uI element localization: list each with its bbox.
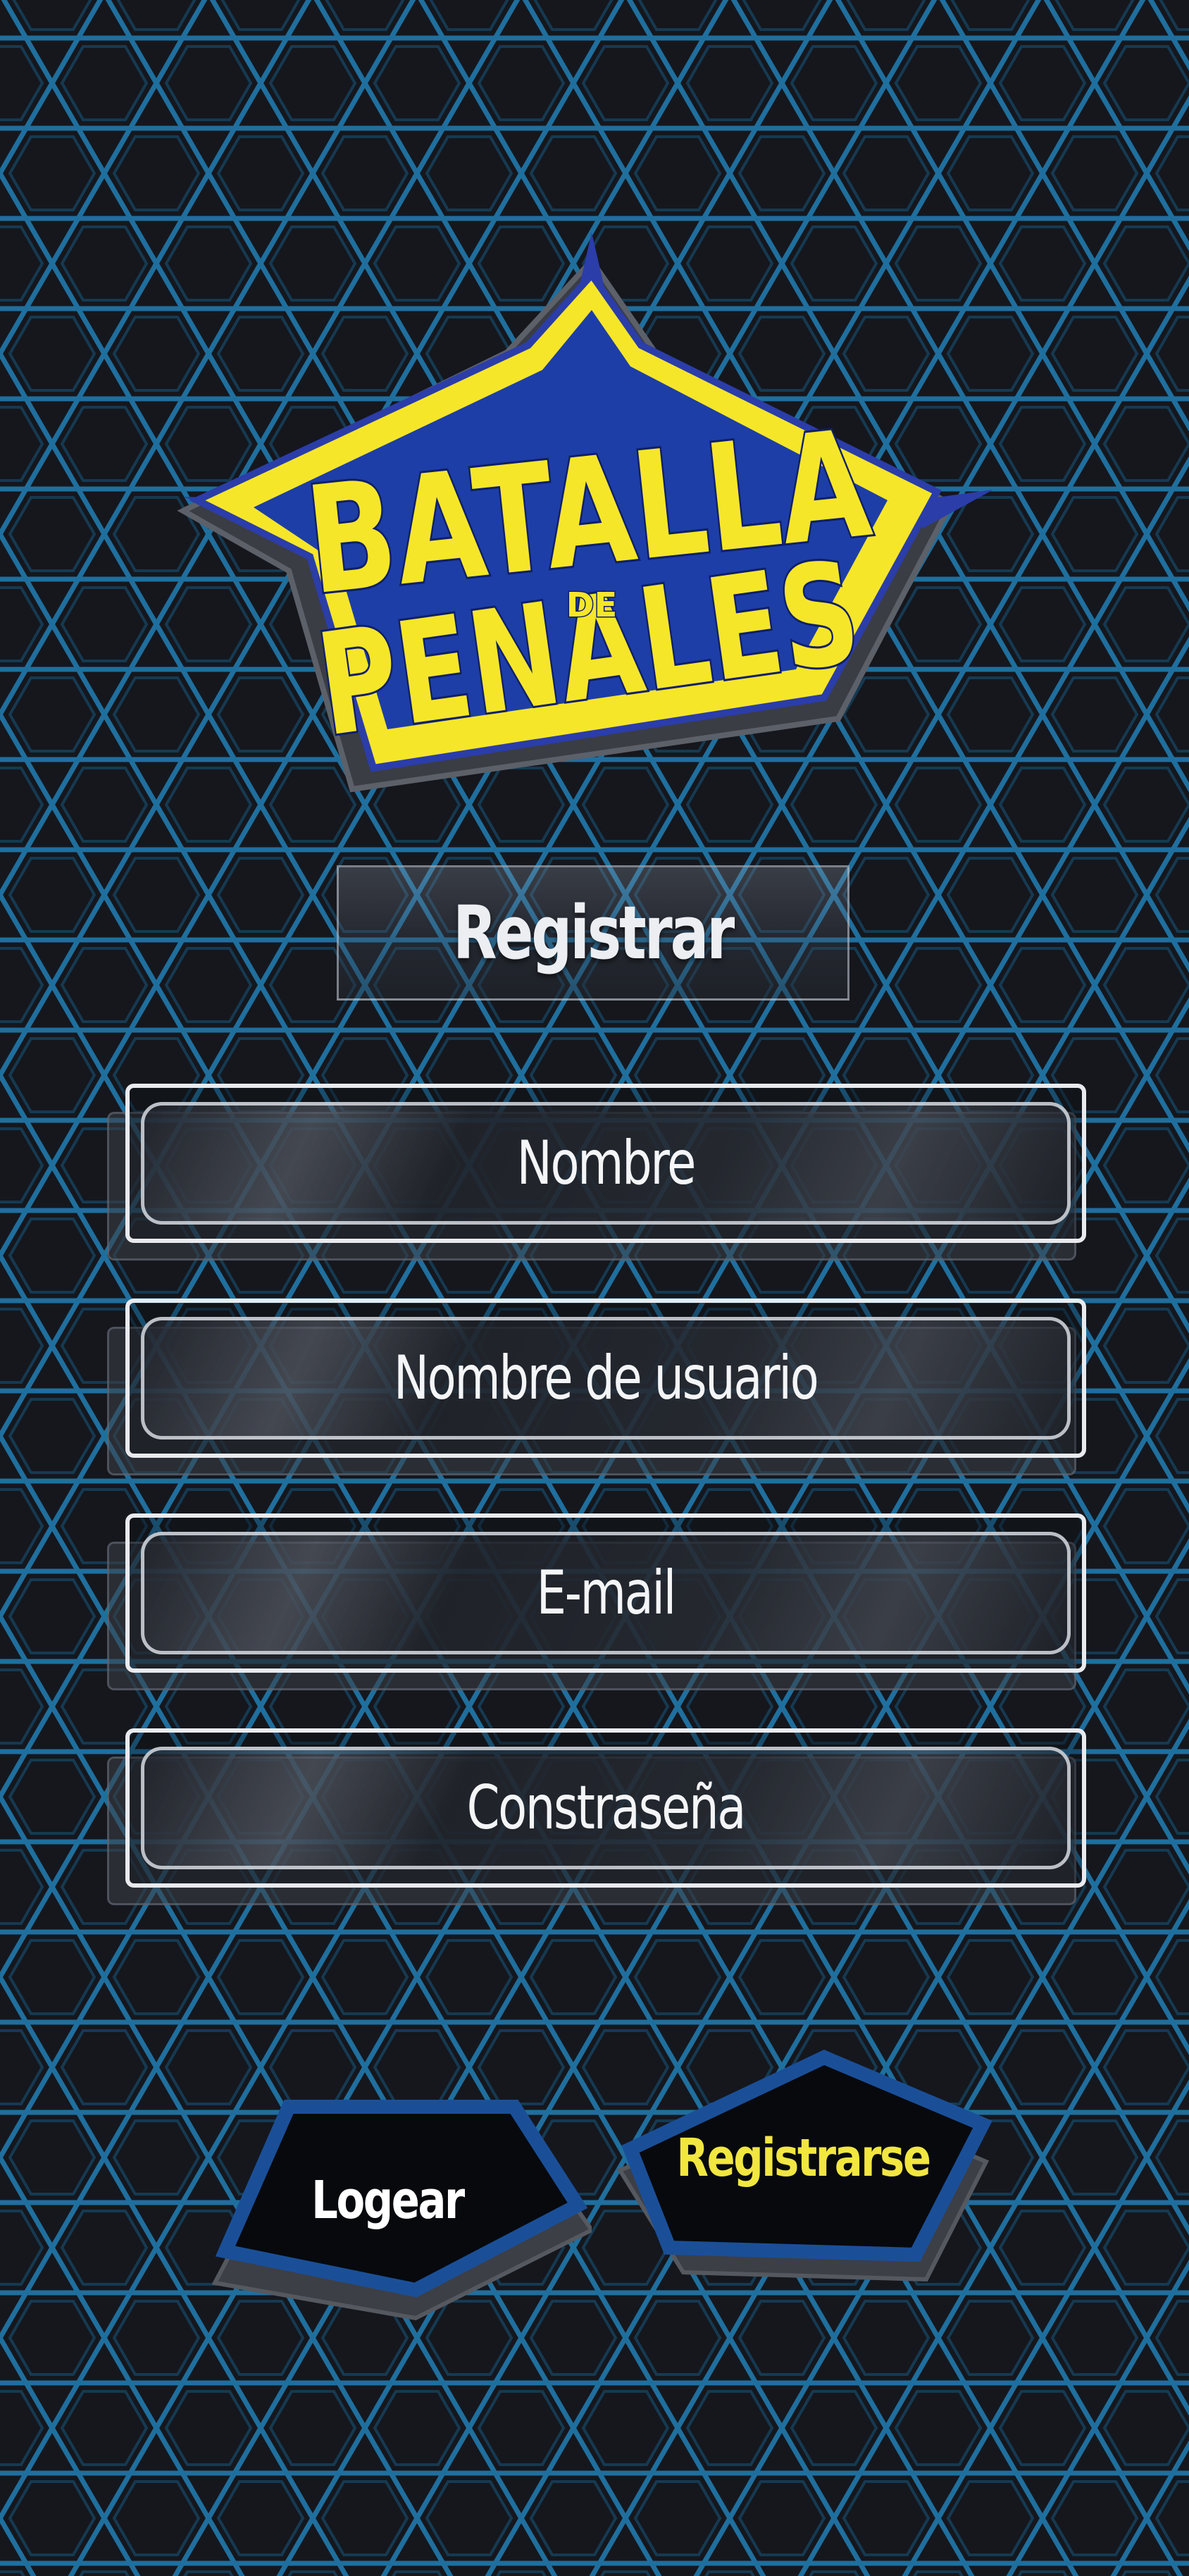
login-button[interactable]: Logear bbox=[211, 2086, 592, 2339]
page-title-box: Registrar bbox=[337, 865, 849, 1001]
password-input[interactable]: Constraseña bbox=[141, 1747, 1071, 1869]
name-placeholder: Nombre bbox=[516, 1128, 697, 1199]
register-button[interactable]: Registrarse bbox=[613, 2043, 993, 2297]
username-field[interactable]: Nombre de usuario bbox=[106, 1299, 1092, 1489]
register-button-label: Registrarse bbox=[676, 2128, 931, 2188]
password-field[interactable]: Constraseña bbox=[106, 1728, 1092, 1919]
page-title: Registrar bbox=[453, 890, 735, 976]
username-placeholder: Nombre de usuario bbox=[394, 1343, 819, 1413]
login-button-label: Logear bbox=[311, 2170, 465, 2231]
game-logo: BATALLA PENALES DE bbox=[177, 233, 993, 793]
email-field[interactable]: E-mail bbox=[106, 1513, 1092, 1704]
username-input[interactable]: Nombre de usuario bbox=[141, 1317, 1071, 1439]
logo-de: DE bbox=[566, 586, 618, 625]
password-placeholder: Constraseña bbox=[466, 1773, 747, 1843]
email-placeholder: E-mail bbox=[536, 1558, 677, 1628]
email-input[interactable]: E-mail bbox=[141, 1532, 1071, 1654]
name-field[interactable]: Nombre bbox=[106, 1084, 1092, 1274]
name-input[interactable]: Nombre bbox=[141, 1102, 1071, 1225]
